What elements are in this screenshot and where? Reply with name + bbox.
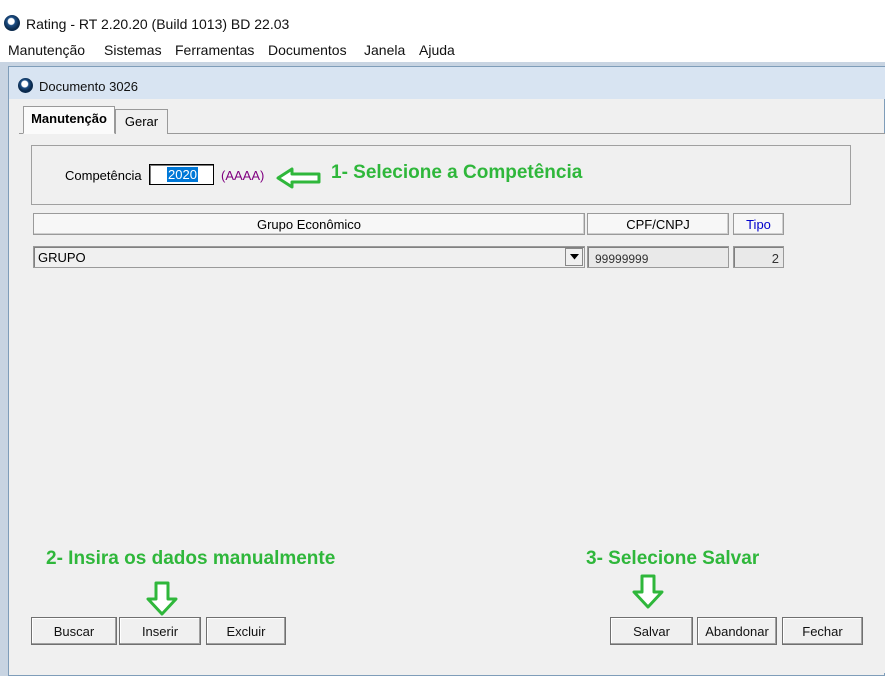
- arrow-down-icon: [632, 574, 664, 609]
- arrow-down-icon: [146, 581, 178, 616]
- document-window: Documento 3026 Manutenção Gerar Competên…: [8, 66, 885, 676]
- menu-item-documentos[interactable]: Documentos: [268, 42, 347, 58]
- column-header-grupo-economico: Grupo Econômico: [33, 213, 585, 235]
- menu-item-sistemas[interactable]: Sistemas: [104, 42, 162, 58]
- competencia-format-hint: (AAAA): [221, 168, 265, 183]
- menu-item-ferramentas[interactable]: Ferramentas: [175, 42, 254, 58]
- excluir-button[interactable]: Excluir: [206, 617, 286, 645]
- annotation-step-1: 1- Selecione a Competência: [331, 162, 583, 183]
- annotation-step-2: 2- Insira os dados manualmente: [46, 548, 336, 569]
- document-title: Documento 3026: [39, 79, 139, 94]
- competencia-input[interactable]: 2020: [149, 164, 214, 185]
- grupo-economico-value: GRUPO: [38, 250, 86, 265]
- menu-item-ajuda[interactable]: Ajuda: [419, 42, 455, 58]
- cpf-cnpj-field[interactable]: 99999999: [587, 246, 729, 268]
- tipo-value: 2: [771, 251, 779, 266]
- cpf-cnpj-value: 99999999: [595, 252, 649, 266]
- document-titlebar: Documento 3026: [9, 67, 885, 99]
- competencia-value: 2020: [167, 167, 198, 182]
- inserir-button[interactable]: Inserir: [119, 617, 201, 645]
- menu-item-manutencao[interactable]: Manutenção: [8, 42, 85, 58]
- app-logo-icon: [4, 15, 20, 31]
- competencia-label: Competência: [65, 168, 142, 183]
- fechar-button[interactable]: Fechar: [782, 617, 863, 645]
- app-titlebar: Rating - RT 2.20.20 (Build 1013) BD 22.0…: [0, 0, 885, 42]
- tipo-field[interactable]: 2: [733, 246, 784, 268]
- tab-gerar[interactable]: Gerar: [115, 109, 168, 134]
- app-title: Rating - RT 2.20.20 (Build 1013) BD 22.0…: [26, 16, 290, 32]
- chevron-down-icon[interactable]: [565, 248, 583, 266]
- abandonar-button[interactable]: Abandonar: [697, 617, 777, 645]
- document-logo-icon: [18, 78, 33, 93]
- menu-item-janela[interactable]: Janela: [364, 42, 405, 58]
- column-header-tipo: Tipo: [733, 213, 784, 235]
- grupo-economico-select[interactable]: GRUPO: [33, 246, 585, 268]
- buscar-button[interactable]: Buscar: [31, 617, 117, 645]
- annotation-step-3: 3- Selecione Salvar: [586, 548, 760, 569]
- salvar-button[interactable]: Salvar: [610, 617, 693, 645]
- menu-bar: Manutenção Sistemas Ferramentas Document…: [0, 40, 885, 62]
- tab-manutencao[interactable]: Manutenção: [23, 106, 115, 134]
- arrow-left-icon: [276, 167, 321, 189]
- column-header-cpf-cnpj: CPF/CNPJ: [587, 213, 729, 235]
